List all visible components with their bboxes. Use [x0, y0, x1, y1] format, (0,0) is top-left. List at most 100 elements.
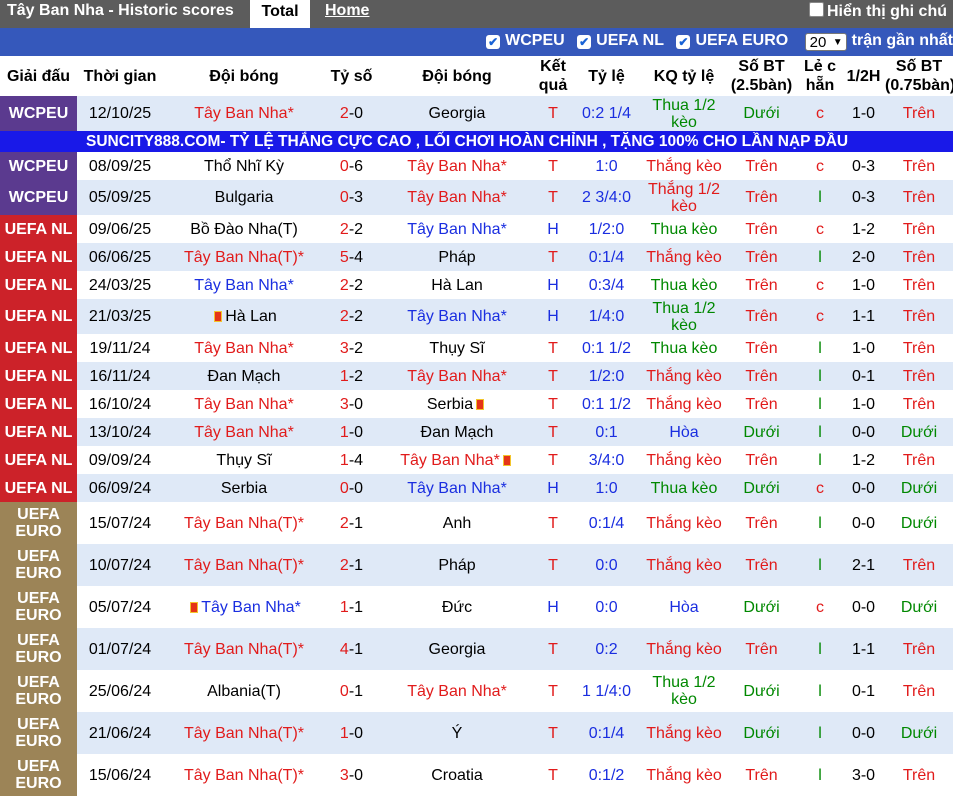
score[interactable]: 5-4 [325, 243, 378, 271]
score[interactable]: 2-2 [325, 299, 378, 334]
score[interactable]: 2-2 [325, 271, 378, 299]
filter-wcpeu-label[interactable]: WCPEU [505, 32, 565, 49]
score[interactable]: 0-1 [325, 670, 378, 712]
table-row[interactable]: UEFA NL 21/03/25 Hà Lan 2-2 Tây Ban Nha* H 1/4… [0, 299, 953, 334]
score[interactable]: 1-0 [325, 712, 378, 754]
home-team-cell[interactable]: Tây Ban Nha(T)* [163, 243, 325, 271]
score[interactable]: 0-3 [325, 180, 378, 215]
table-row[interactable]: UEFA EURO 10/07/24 Tây Ban Nha(T)* 2-1 Pháp T… [0, 544, 953, 586]
league-badge[interactable]: UEFA EURO [0, 544, 77, 586]
check-icon[interactable]: ✔ [676, 35, 691, 49]
home-team[interactable]: Tây Ban Nha(T)* [184, 249, 304, 266]
home-team[interactable]: Thụy Sĩ [216, 452, 271, 469]
away-team-cell[interactable]: Tây Ban Nha* [378, 152, 536, 180]
away-team-cell[interactable]: Tây Ban Nha* [378, 362, 536, 390]
home-team[interactable]: Tây Ban Nha* [194, 340, 294, 357]
league-badge[interactable]: WCPEU [0, 152, 77, 180]
home-team-cell[interactable]: Tây Ban Nha(T)* [163, 502, 325, 544]
home-team-cell[interactable]: Tây Ban Nha(T)* [163, 712, 325, 754]
league-badge[interactable]: UEFA NL [0, 215, 77, 243]
away-team[interactable]: Tây Ban Nha* [407, 221, 507, 238]
away-team-cell[interactable]: Georgia [378, 96, 536, 131]
league-badge[interactable]: UEFA NL [0, 243, 77, 271]
score[interactable]: 1-2 [325, 362, 378, 390]
home-team[interactable]: Tây Ban Nha(T)* [184, 557, 304, 574]
score[interactable]: 2-2 [325, 215, 378, 243]
league-badge[interactable]: WCPEU [0, 180, 77, 215]
away-team-cell[interactable]: Đức [378, 586, 536, 628]
away-team[interactable]: Thụy Sĩ [429, 340, 484, 357]
league-badge[interactable]: UEFA NL [0, 446, 77, 474]
home-team-cell[interactable]: Tây Ban Nha* [163, 390, 325, 418]
away-team-cell[interactable]: Anh [378, 502, 536, 544]
league-badge[interactable]: UEFA NL [0, 474, 77, 502]
away-team[interactable]: Georgia [429, 105, 486, 122]
away-team-cell[interactable]: Hà Lan [378, 271, 536, 299]
table-row[interactable]: UEFA NL 16/11/24 Đan Mạch 1-2 Tây Ban Nha* T 1… [0, 362, 953, 390]
home-team-cell[interactable]: Đan Mạch [163, 362, 325, 390]
home-team-cell[interactable]: Tây Ban Nha* [163, 271, 325, 299]
table-row[interactable]: UEFA NL 06/09/24 Serbia 0-0 Tây Ban Nha* H 1:0… [0, 474, 953, 502]
score[interactable]: 1-0 [325, 418, 378, 446]
away-team-cell[interactable]: Georgia [378, 628, 536, 670]
home-team-cell[interactable]: Bulgaria [163, 180, 325, 215]
away-team[interactable]: Georgia [429, 641, 486, 658]
league-badge[interactable]: UEFA EURO [0, 712, 77, 754]
away-team-cell[interactable]: Tây Ban Nha* [378, 670, 536, 712]
home-team[interactable]: Tây Ban Nha* [194, 424, 294, 441]
table-row[interactable]: UEFA NL 06/06/25 Tây Ban Nha(T)* 5-4 Pháp T 0:… [0, 243, 953, 271]
home-team[interactable]: Đan Mạch [208, 368, 281, 385]
away-team-cell[interactable]: Tây Ban Nha* [378, 474, 536, 502]
away-team[interactable]: Croatia [431, 767, 483, 784]
table-row[interactable]: UEFA NL 09/09/24 Thụy Sĩ 1-4 Tây Ban Nha* T 3/… [0, 446, 953, 474]
table-row[interactable]: WCPEU 12/10/25 Tây Ban Nha* 2-0 Georgia T 0:2 … [0, 96, 953, 131]
table-row[interactable]: UEFA NL 09/06/25 Bồ Đào Nha(T) 2-2 Tây Ban N… [0, 215, 953, 243]
league-badge[interactable]: UEFA EURO [0, 586, 77, 628]
home-team-cell[interactable]: Tây Ban Nha(T)* [163, 628, 325, 670]
home-team[interactable]: Bulgaria [215, 189, 274, 206]
league-badge[interactable]: UEFA NL [0, 390, 77, 418]
table-row[interactable]: WCPEU 08/09/25 Thổ Nhĩ Kỳ 0-6 Tây Ban Nha* T 1… [0, 152, 953, 180]
score[interactable]: 1-4 [325, 446, 378, 474]
home-team-cell[interactable]: Thụy Sĩ [163, 446, 325, 474]
home-team[interactable]: Tây Ban Nha(T)* [184, 725, 304, 742]
filter-uefa-euro-label[interactable]: UEFA EURO [695, 32, 788, 49]
league-badge[interactable]: WCPEU [0, 96, 77, 131]
away-team[interactable]: Tây Ban Nha* [400, 452, 500, 469]
away-team[interactable]: Đức [442, 599, 472, 616]
away-team-cell[interactable]: Tây Ban Nha* [378, 446, 536, 474]
away-team[interactable]: Tây Ban Nha* [407, 683, 507, 700]
home-team[interactable]: Tây Ban Nha(T)* [184, 767, 304, 784]
home-team-cell[interactable]: Thổ Nhĩ Kỳ [163, 152, 325, 180]
away-team-cell[interactable]: Pháp [378, 243, 536, 271]
away-team[interactable]: Đan Mạch [421, 424, 494, 441]
home-team[interactable]: Albania(T) [207, 683, 281, 700]
home-team[interactable]: Tây Ban Nha* [194, 396, 294, 413]
league-badge[interactable]: UEFA NL [0, 271, 77, 299]
away-team-cell[interactable]: Croatia [378, 754, 536, 796]
table-row[interactable]: WCPEU 05/09/25 Bulgaria 0-3 Tây Ban Nha* T 2 3… [0, 180, 953, 215]
away-team-cell[interactable]: Thụy Sĩ [378, 334, 536, 362]
home-team[interactable]: Tây Ban Nha* [194, 105, 294, 122]
tab-total[interactable]: Total [250, 0, 310, 28]
check-icon[interactable]: ✔ [486, 35, 501, 49]
home-team[interactable]: Tây Ban Nha* [201, 599, 301, 616]
away-team[interactable]: Hà Lan [431, 277, 483, 294]
away-team[interactable]: Tây Ban Nha* [407, 189, 507, 206]
away-team[interactable]: Tây Ban Nha* [407, 480, 507, 497]
away-team[interactable]: Ý [452, 725, 463, 742]
away-team[interactable]: Anh [443, 515, 471, 532]
home-team[interactable]: Tây Ban Nha(T)* [184, 641, 304, 658]
home-team-cell[interactable]: Serbia [163, 474, 325, 502]
home-team-cell[interactable]: Tây Ban Nha* [163, 334, 325, 362]
score[interactable]: 4-1 [325, 628, 378, 670]
table-row[interactable]: UEFA EURO 25/06/24 Albania(T) 0-1 Tây Ban Nh… [0, 670, 953, 712]
score[interactable]: 0-6 [325, 152, 378, 180]
score[interactable]: 0-0 [325, 474, 378, 502]
home-team-cell[interactable]: Tây Ban Nha* [163, 418, 325, 446]
home-team-cell[interactable]: Tây Ban Nha(T)* [163, 544, 325, 586]
show-notes-checkbox[interactable] [809, 2, 824, 17]
away-team[interactable]: Pháp [438, 557, 475, 574]
score[interactable]: 2-0 [325, 96, 378, 131]
score[interactable]: 2-1 [325, 544, 378, 586]
